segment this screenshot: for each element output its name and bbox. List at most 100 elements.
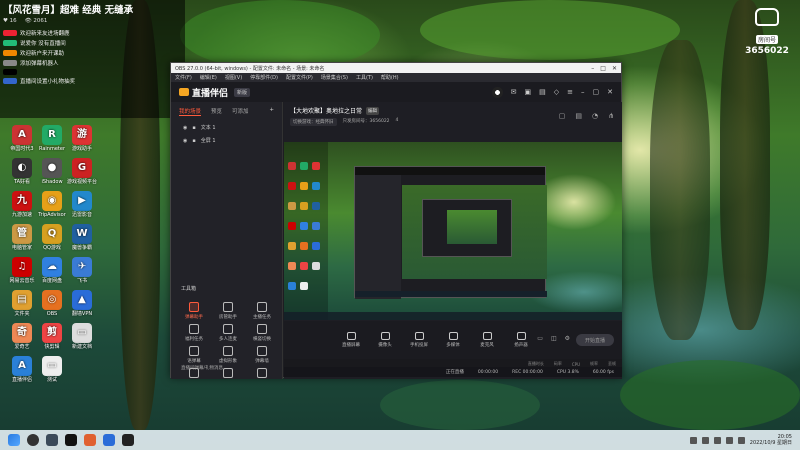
desktop-shortcut[interactable]: ◉ TripAdvisor	[36, 191, 68, 218]
close-icon[interactable]: ✕	[612, 65, 617, 72]
window-titlebar[interactable]: OBS 27.0.0 (64-bit, windows) - 配置文件: 未命名…	[171, 63, 621, 73]
network-icon[interactable]	[701, 436, 709, 444]
source-control-button[interactable]: 扬声器	[510, 332, 532, 348]
shortcut-label: 九游加速	[11, 212, 32, 218]
tab-my-scenes[interactable]: 我的场景	[179, 107, 202, 116]
desktop-shortcut[interactable]: G 游戏视频平台	[66, 158, 98, 185]
mail-icon[interactable]: ✉	[511, 88, 517, 96]
menu-item[interactable]: 视图(V)	[225, 74, 242, 81]
desktop-shortcut[interactable]: A 帝国时代3	[6, 125, 38, 152]
bell-icon[interactable]: ◔	[592, 112, 598, 120]
desktop-shortcut[interactable]: ◐ TA好看	[6, 158, 38, 185]
minimize-icon[interactable]: –	[581, 88, 585, 96]
tool-button[interactable]	[245, 368, 279, 380]
camera-icon[interactable]: ▭	[537, 335, 543, 342]
desktop-shortcut[interactable]: Q QQ游戏	[36, 224, 68, 251]
source-label: 摄像头	[378, 343, 392, 348]
desktop-shortcut[interactable]: ◎ OBS	[36, 290, 68, 317]
desktop-shortcut[interactable]: R Rainmeter	[36, 125, 68, 152]
app-icon: G	[72, 158, 92, 178]
desktop-shortcut[interactable]: A 直播伴侣	[6, 356, 38, 383]
tray-arrow-icon[interactable]	[689, 436, 697, 444]
minimize-icon[interactable]: –	[591, 65, 594, 72]
desktop-shortcut[interactable]: ● iShadow	[36, 158, 68, 185]
tool-button[interactable]: 语弹幕	[177, 346, 211, 364]
stream-preview[interactable]	[284, 142, 622, 320]
tab-addable[interactable]: 可添加	[232, 107, 249, 116]
scene-item[interactable]: ◉ ▪ 全屏 1	[171, 134, 282, 147]
eye-icon[interactable]: ◉	[183, 125, 187, 131]
desktop-shortcut[interactable]: 九九游加速	[6, 191, 38, 218]
source-control-button[interactable]: 直播屏幕	[340, 332, 362, 348]
tool-button[interactable]: 主播任务	[245, 302, 279, 320]
desktop-shortcut[interactable]: 管电脑管家	[6, 224, 38, 251]
shop-icon[interactable]: ▤	[539, 88, 546, 96]
source-control-button[interactable]: 多媒体	[442, 332, 464, 348]
desktop-shortcut[interactable]: ▲ 翻墙VPN	[66, 290, 98, 317]
desktop-shortcut[interactable]: ▤ 文件夹	[6, 290, 38, 317]
desktop-shortcut[interactable]: ♫ 网易云音乐	[6, 257, 38, 284]
tool-button[interactable]: 虚拟形象	[211, 346, 245, 364]
desktop-shortcut[interactable]: ☁ 百度网盘	[36, 257, 68, 284]
tool-button[interactable]: 弹幕助手	[177, 302, 211, 320]
menu-item[interactable]: 停靠部件(D)	[250, 74, 278, 81]
menu-item[interactable]: 工具(T)	[356, 74, 373, 81]
obs-taskbar-icon[interactable]	[65, 434, 77, 446]
menu-icon[interactable]: ≡	[567, 88, 573, 96]
desktop-shortcut[interactable]: W 魔兽争霸	[66, 224, 98, 251]
input-method-icon[interactable]	[725, 436, 733, 444]
desktop-shortcut[interactable]: 剪快剪辑	[36, 323, 68, 350]
menu-item[interactable]: 场景集合(S)	[321, 74, 348, 81]
battery-icon[interactable]	[737, 436, 745, 444]
app-icon: Q	[42, 224, 62, 244]
lock-icon[interactable]: ▪	[192, 138, 195, 144]
tool-button[interactable]: 多人连麦	[211, 324, 245, 342]
edit-tag[interactable]: 编辑	[366, 106, 380, 115]
app-taskbar-icon[interactable]	[84, 434, 96, 446]
tab-preview[interactable]: 预览	[211, 107, 222, 116]
source-control-button[interactable]: 手机投屏	[408, 332, 430, 348]
menu-item[interactable]: 帮助(H)	[381, 74, 399, 81]
taskview-icon[interactable]	[46, 434, 58, 446]
tool-button[interactable]: 福利任务	[177, 324, 211, 342]
add-scene-icon[interactable]: +	[269, 107, 274, 116]
chart-icon[interactable]: ▤	[575, 112, 582, 120]
lock-icon[interactable]: ▪	[192, 125, 195, 131]
settings-icon[interactable]: ⚙	[565, 335, 570, 342]
desktop-shortcut[interactable]: ▶ 迅雷影音	[66, 191, 98, 218]
restore-icon[interactable]: ▢	[593, 88, 600, 96]
scene-item[interactable]: ◉ ▪ 文本 1	[171, 121, 282, 134]
live-taskbar-icon[interactable]	[122, 434, 134, 446]
menu-item[interactable]: 编辑(E)	[200, 74, 217, 81]
source-control-button[interactable]: 摄像头	[374, 332, 396, 348]
screenshot-icon[interactable]: ◫	[551, 335, 557, 342]
version-badge[interactable]: 新版	[234, 87, 251, 97]
desktop-shortcut[interactable]: ▭ 新建文档	[66, 323, 98, 350]
eye-icon[interactable]: ◉	[183, 138, 187, 144]
menu-item[interactable]: 配置文件(P)	[286, 74, 313, 81]
search-icon[interactable]	[27, 434, 39, 446]
go-live-button[interactable]: 开始直播	[576, 334, 614, 346]
bag-icon[interactable]: ▢	[559, 112, 566, 120]
category-selector[interactable]: 切换游戏：经典怀旧	[290, 118, 337, 126]
gift-icon[interactable]: ▣	[524, 88, 531, 96]
close-icon[interactable]: ✕	[607, 88, 613, 96]
desktop-shortcut[interactable]: ✈ 飞书	[66, 257, 98, 284]
tool-button[interactable]: 房管助手	[211, 302, 245, 320]
source-control-button[interactable]: 麦克风	[476, 332, 498, 348]
menu-item[interactable]: 文件(F)	[175, 74, 192, 81]
clock[interactable]: 20:05 2022/10/9 星期日	[750, 434, 792, 446]
volume-icon[interactable]	[713, 436, 721, 444]
tool-button[interactable]: 弹幕墙	[245, 346, 279, 364]
share-icon[interactable]: ⋔	[608, 112, 614, 120]
desktop-shortcut[interactable]: 奇爱奇艺	[6, 323, 38, 350]
tool-button[interactable]: 横竖切换	[245, 324, 279, 342]
browser-taskbar-icon[interactable]	[103, 434, 115, 446]
maximize-icon[interactable]: □	[600, 65, 606, 72]
desktop-shortcut[interactable]: 游游戏助手	[66, 125, 98, 152]
shortcut-label: 测试	[46, 377, 57, 383]
desktop-shortcut[interactable]: ▭ 测试	[36, 356, 68, 383]
avatar[interactable]	[491, 86, 503, 98]
start-icon[interactable]	[8, 434, 20, 446]
diamond-icon[interactable]: ◇	[554, 88, 559, 96]
